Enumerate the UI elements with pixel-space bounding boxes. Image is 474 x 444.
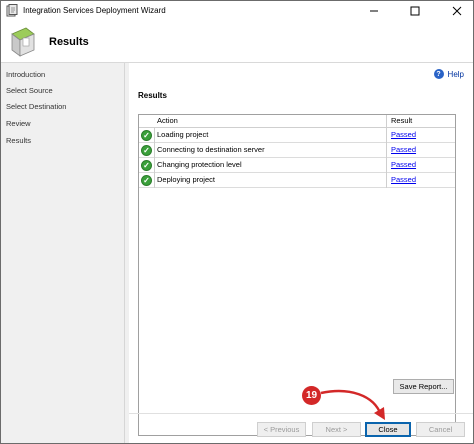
action-cell: Loading project bbox=[154, 128, 387, 143]
title-bar: Integration Services Deployment Wizard bbox=[1, 1, 473, 21]
page-title: Results bbox=[49, 36, 89, 48]
results-panel: ? Help Results Action Result ✓ Loading p… bbox=[129, 63, 473, 443]
close-icon bbox=[452, 6, 462, 16]
nav-item-review[interactable]: Review bbox=[6, 119, 31, 128]
wizard-steps-sidebar: Introduction Select Source Select Destin… bbox=[1, 63, 125, 443]
result-link[interactable]: Passed bbox=[391, 173, 416, 187]
help-link[interactable]: ? Help bbox=[433, 69, 464, 79]
help-icon: ? bbox=[433, 69, 444, 79]
window-title: Integration Services Deployment Wizard bbox=[23, 6, 166, 15]
grid-header: Action Result bbox=[139, 115, 455, 128]
annotation-arrow-icon bbox=[320, 389, 385, 420]
nav-item-select-source[interactable]: Select Source bbox=[6, 86, 53, 95]
save-report-button[interactable]: Save Report... bbox=[393, 379, 454, 394]
wizard-header: Results bbox=[1, 21, 473, 63]
success-check-icon: ✓ bbox=[141, 145, 152, 156]
close-window-button[interactable] bbox=[443, 1, 471, 21]
table-row: ✓ Deploying project Passed bbox=[139, 173, 455, 188]
success-check-icon: ✓ bbox=[141, 160, 152, 171]
result-link[interactable]: Passed bbox=[391, 143, 416, 157]
nav-item-results[interactable]: Results bbox=[6, 136, 31, 145]
table-row: ✓ Loading project Passed bbox=[139, 128, 455, 143]
cancel-button[interactable]: Cancel bbox=[416, 422, 465, 437]
nav-item-introduction[interactable]: Introduction bbox=[6, 70, 45, 79]
next-button[interactable]: Next > bbox=[312, 422, 361, 437]
wizard-window: Integration Services Deployment Wizard R… bbox=[0, 0, 474, 444]
success-check-icon: ✓ bbox=[141, 130, 152, 141]
result-link[interactable]: Passed bbox=[391, 128, 416, 142]
minimize-icon bbox=[370, 10, 378, 12]
table-row: ✓ Changing protection level Passed bbox=[139, 158, 455, 173]
results-heading: Results bbox=[138, 91, 167, 100]
minimize-button[interactable] bbox=[360, 1, 388, 21]
success-check-icon: ✓ bbox=[141, 175, 152, 186]
maximize-button[interactable] bbox=[401, 1, 429, 21]
help-label: Help bbox=[447, 69, 464, 79]
action-cell: Deploying project bbox=[154, 173, 387, 188]
action-column-header: Action bbox=[139, 115, 387, 128]
result-link[interactable]: Passed bbox=[391, 158, 416, 172]
previous-button[interactable]: < Previous bbox=[257, 422, 306, 437]
action-cell: Changing protection level bbox=[154, 158, 387, 173]
maximize-icon bbox=[410, 6, 420, 16]
deployment-wizard-icon bbox=[6, 4, 18, 17]
footer-divider bbox=[129, 413, 473, 414]
nav-item-select-destination[interactable]: Select Destination bbox=[6, 102, 66, 111]
table-row: ✓ Connecting to destination server Passe… bbox=[139, 143, 455, 158]
result-column-header: Result bbox=[391, 116, 413, 125]
close-button[interactable]: Close bbox=[365, 422, 411, 437]
wizard-banner-icon bbox=[11, 27, 35, 57]
action-cell: Connecting to destination server bbox=[154, 143, 387, 158]
